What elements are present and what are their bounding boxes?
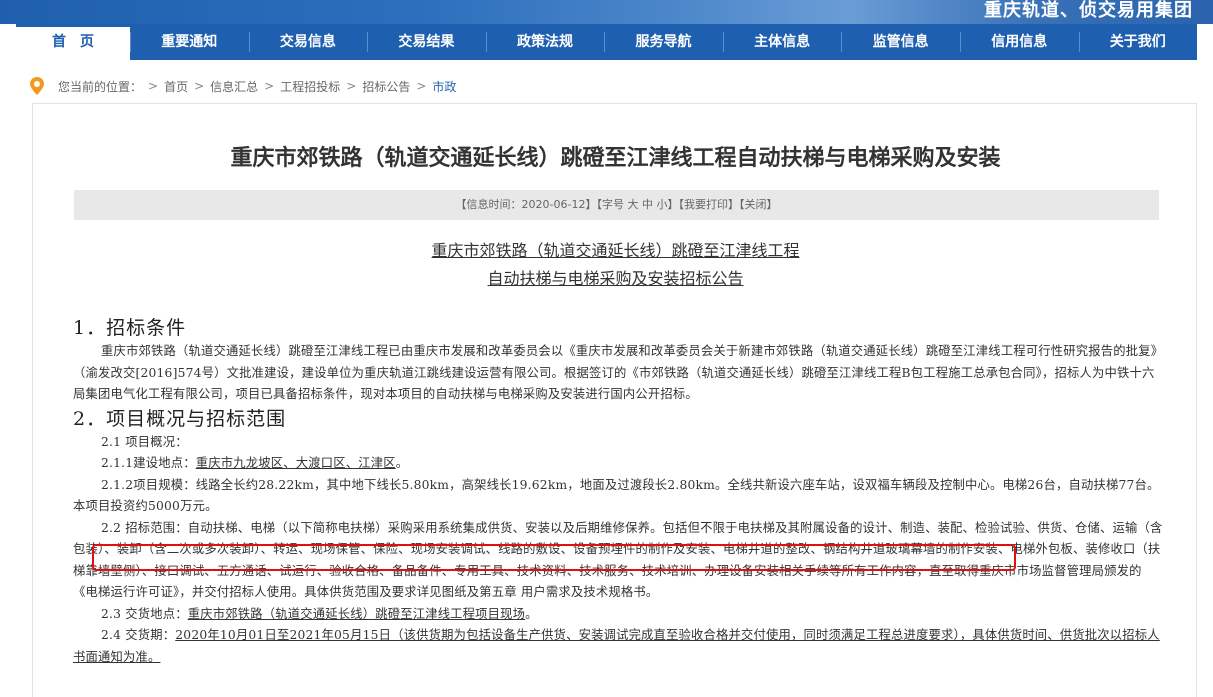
location-pin-icon: [30, 77, 44, 95]
breadcrumb: 您当前的位置： > 首页 > 信息汇总 > 工程招投标 > 招标公告 > 市政: [30, 75, 462, 97]
chevron-right-icon: >: [148, 79, 159, 93]
notice-title-line-1: 重庆市郊铁路（轨道交通延长线）跳磴至江津线工程: [431, 241, 800, 260]
nav-item-notices[interactable]: 重要通知: [130, 24, 249, 60]
paragraph-2-3: 2.3 交货地点：重庆市郊铁路（轨道交通延长线）跳磴至江津线工程项目现场。: [73, 604, 1163, 626]
breadcrumb-home[interactable]: 首页: [164, 78, 188, 95]
section-heading-2: 2．项目概况与招标范围: [73, 407, 287, 430]
chevron-right-icon: >: [346, 79, 357, 93]
article-info-bar[interactable]: 【信息时间：2020-06-12】【字号 大 中 小】【我要打印】【关闭】: [74, 190, 1159, 220]
delivery-location-value: 重庆市郊铁路（轨道交通延长线）跳磴至江津线工程项目现场: [187, 606, 526, 621]
label-delivery-location: 2.3 交货地点：: [101, 606, 188, 621]
page-title: 重庆市郊铁路（轨道交通延长线）跳磴至江津线工程自动扶梯与电梯采购及安装: [230, 146, 1001, 171]
breadcrumb-municipal[interactable]: 市政: [432, 78, 456, 95]
article-body: 1．招标条件 重庆市郊铁路（轨道交通延长线）跳磴至江津线工程已由重庆市发展和改革…: [73, 315, 1163, 668]
breadcrumb-engineering-bidding[interactable]: 工程招投标: [280, 78, 340, 95]
main-nav: 首 页 重要通知 交易信息 交易结果 政策法规 服务导航 主体信息 监管信息 信…: [16, 24, 1197, 60]
nav-item-service-guide[interactable]: 服务导航: [604, 24, 723, 60]
nav-item-home[interactable]: 首 页: [16, 24, 130, 60]
top-banner: 重庆轨道、侦交易用集团: [0, 0, 1213, 24]
nav-item-about[interactable]: 关于我们: [1078, 24, 1198, 60]
nav-item-policies[interactable]: 政策法规: [485, 24, 605, 60]
chevron-right-icon: >: [264, 79, 275, 93]
chevron-right-icon: >: [194, 79, 205, 93]
banner-text: 重庆轨道、侦交易用集团: [984, 0, 1193, 21]
paragraph-2-4: 2.4 交货期：2020年10月01日至2021年05月15日（该供货期为包括设…: [73, 625, 1163, 668]
delivery-period-value: 2020年10月01日至2021年05月15日（该供货期为包括设备生产供货、安装…: [73, 628, 1160, 664]
article-container: 重庆市郊铁路（轨道交通延长线）跳磴至江津线工程自动扶梯与电梯采购及安装 【信息时…: [32, 103, 1197, 697]
nav-item-trade-results[interactable]: 交易结果: [367, 24, 486, 60]
section-heading-1: 1．招标条件: [73, 317, 187, 339]
paragraph-2-1-2: 2.1.2项目规模：线路全长约28.22km，其中地下线长5.80km，高架线长…: [73, 477, 1160, 514]
label-construction-site: 2.1.1建设地点：: [101, 456, 196, 470]
period: 。: [395, 456, 409, 470]
label-delivery-period: 2.4 交货期：: [101, 628, 176, 642]
nav-item-entity-info[interactable]: 主体信息: [722, 24, 842, 60]
paragraph-2-1-1: 2.1.1建设地点：重庆市九龙坡区、大渡口区、江津区。: [73, 453, 1163, 475]
breadcrumb-tender-notice[interactable]: 招标公告: [362, 78, 410, 95]
construction-site-value: 重庆市九龙坡区、大渡口区、江津区: [195, 456, 396, 470]
paragraph-bidding-conditions: 重庆市郊铁路（轨道交通延长线）跳磴至江津线工程已由重庆市发展和改革委员会以《重庆…: [73, 344, 1158, 401]
chevron-right-icon: >: [416, 79, 427, 93]
period: 。: [525, 606, 538, 621]
nav-item-credit[interactable]: 信用信息: [959, 24, 1079, 60]
paragraph-2-2: 2.2 招标范围：自动扶梯、电梯（以下简称电扶梯）采购采用系统集成供货、安装以及…: [73, 520, 1163, 600]
notice-title-line-2: 自动扶梯与电梯采购及安装招标公告: [487, 269, 744, 288]
breadcrumb-info-summary[interactable]: 信息汇总: [210, 78, 258, 95]
paragraph-2-1: 2.1 项目概况：: [101, 434, 188, 449]
breadcrumb-prefix: 您当前的位置：: [58, 79, 143, 94]
nav-item-trade-info[interactable]: 交易信息: [248, 24, 368, 60]
nav-item-supervision[interactable]: 监管信息: [841, 24, 960, 60]
